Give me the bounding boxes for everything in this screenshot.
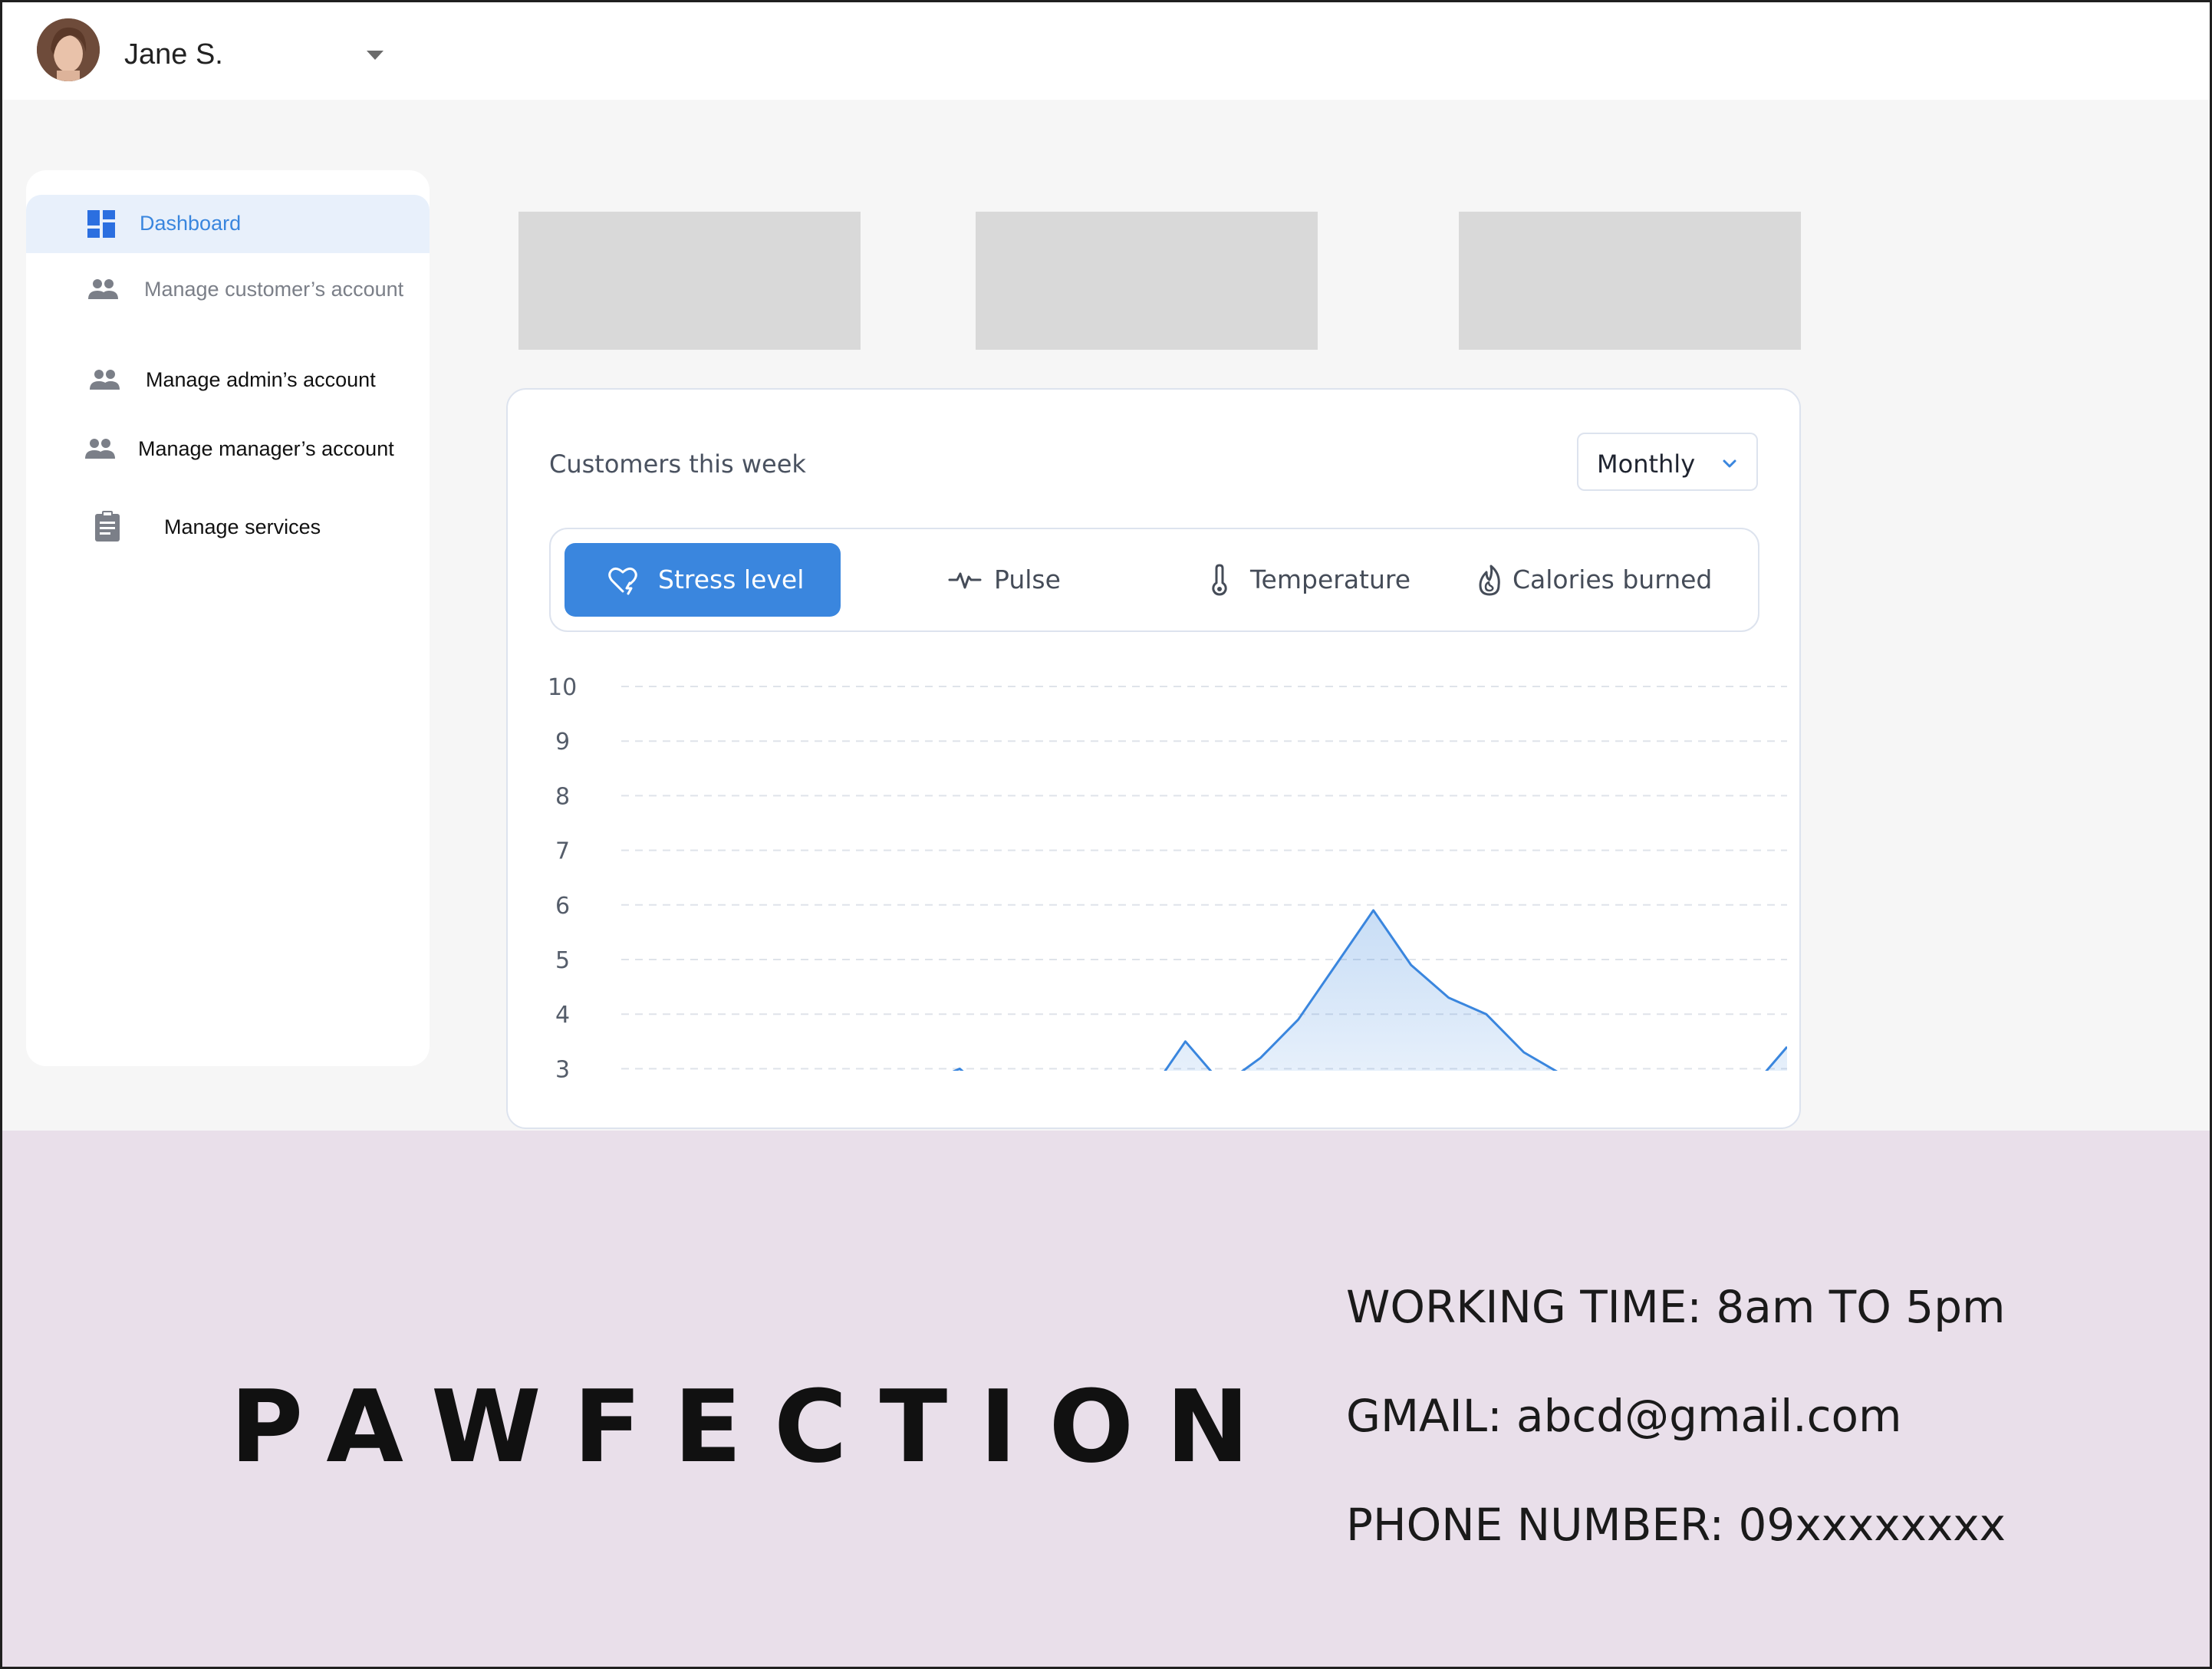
contact-phone: PHONE NUMBER: 09xxxxxxxx xyxy=(1346,1499,2006,1551)
brand-logo: PAWFECTION xyxy=(230,1368,1282,1485)
sidebar-item-customers[interactable]: Manage customer’s account xyxy=(26,261,430,319)
sidebar-item-services[interactable]: Manage services xyxy=(26,499,430,557)
y-tick-label: 5 xyxy=(555,947,570,974)
sidebar-item-admins[interactable]: Manage admin’s account xyxy=(26,351,430,410)
chart-card: Customers this week Monthly Stress level… xyxy=(506,388,1801,1129)
stat-card-placeholder xyxy=(1459,212,1801,350)
avatar[interactable] xyxy=(37,18,100,81)
top-bar: Jane S. xyxy=(0,0,2212,100)
y-tick-label: 8 xyxy=(555,783,570,810)
people-icon xyxy=(88,279,118,299)
sidebar-item-label: Manage admin’s account xyxy=(146,368,376,391)
people-icon xyxy=(90,370,120,390)
avatar-photo xyxy=(37,18,100,81)
sidebar-item-dashboard[interactable]: Dashboard xyxy=(26,195,430,253)
y-tick-label: 6 xyxy=(555,893,570,920)
sidebar: Dashboard Manage customer’s account Mana… xyxy=(26,170,430,1066)
contact-email: GMAIL: abcd@gmail.com xyxy=(1346,1390,1902,1442)
y-tick-label: 7 xyxy=(555,838,570,865)
series-line xyxy=(952,909,1787,1071)
sidebar-item-label: Manage services xyxy=(164,515,321,538)
caret-down-icon[interactable] xyxy=(367,51,383,60)
y-tick-label: 4 xyxy=(555,1002,570,1029)
sidebar-item-managers[interactable]: Manage manager’s account xyxy=(26,420,430,479)
y-tick-label: 10 xyxy=(548,674,577,701)
sidebar-item-label: Manage customer’s account xyxy=(144,278,404,301)
clipboard-icon xyxy=(95,511,120,542)
working-time: WORKING TIME: 8am TO 5pm xyxy=(1346,1281,2006,1333)
sidebar-item-label: Dashboard xyxy=(140,212,242,235)
stat-card-placeholder xyxy=(518,212,861,350)
people-icon xyxy=(85,439,115,459)
y-tick-label: 9 xyxy=(555,729,570,755)
user-name: Jane S. xyxy=(124,38,223,71)
stress-level-chart: 10 9 8 7 6 5 4 3 xyxy=(548,674,1787,1083)
stat-card-placeholder xyxy=(976,212,1318,350)
footer: PAWFECTION WORKING TIME: 8am TO 5pm GMAI… xyxy=(0,1131,2212,1669)
series-area xyxy=(621,910,1787,1071)
y-tick-label: 3 xyxy=(555,1056,570,1083)
sidebar-item-label: Manage manager’s account xyxy=(138,437,394,460)
dashboard-icon xyxy=(87,210,115,238)
